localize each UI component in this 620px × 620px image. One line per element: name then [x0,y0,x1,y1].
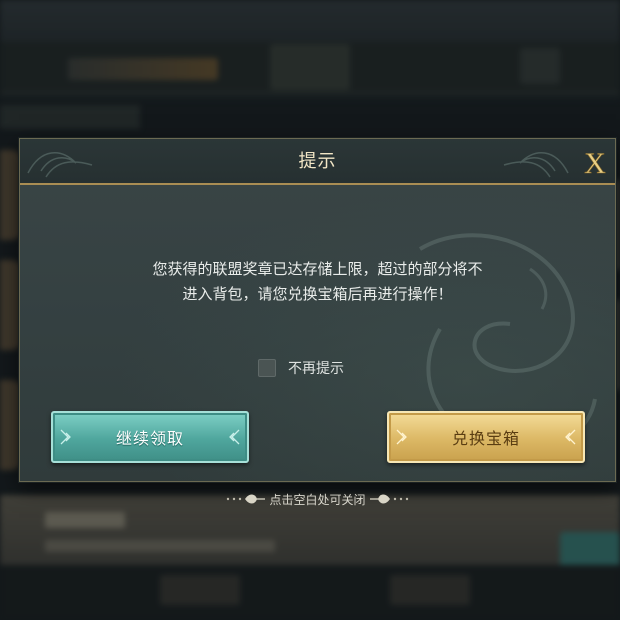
dialog-header: 提示 X [20,139,615,185]
dont-show-again-option[interactable]: 不再提示 [258,357,344,379]
dont-show-again-checkbox[interactable] [258,359,276,377]
dialog-message: 您获得的联盟奖章已达存储上限，超过的部分将不 进入背包，请您兑换宝箱后再进行操作… [80,257,555,307]
exchange-chest-button[interactable]: 兑换宝箱 [387,411,585,463]
arrow-ornament-icon [396,429,407,445]
message-line: 您获得的联盟奖章已达存储上限，超过的部分将不 [152,260,483,278]
continue-claim-button[interactable]: 继续领取 [51,411,249,463]
svg-text:X: X [584,147,606,180]
close-x-icon[interactable]: X [577,144,613,180]
dont-show-again-label: 不再提示 [288,361,344,377]
tap-to-close-hint: 点击空白处可关闭 [220,488,415,510]
fleur-ornament-icon [227,494,266,504]
hint-text: 点击空白处可关闭 [269,492,366,507]
arrow-ornament-icon [229,429,240,445]
arrow-ornament-icon [60,429,71,445]
dialog-title: 提示 [298,151,337,172]
message-line: 进入背包，请您兑换宝箱后再进行操作！ [182,285,453,303]
exchange-chest-label: 兑换宝箱 [451,429,520,448]
fleur-ornament-icon [369,494,408,504]
continue-claim-label: 继续领取 [115,429,184,448]
prompt-dialog: 提示 X 您获得的联盟奖章已达存储上限，超过的部分将不 进入背包，请您兑换宝箱后… [19,138,616,482]
arrow-ornament-icon [565,429,576,445]
